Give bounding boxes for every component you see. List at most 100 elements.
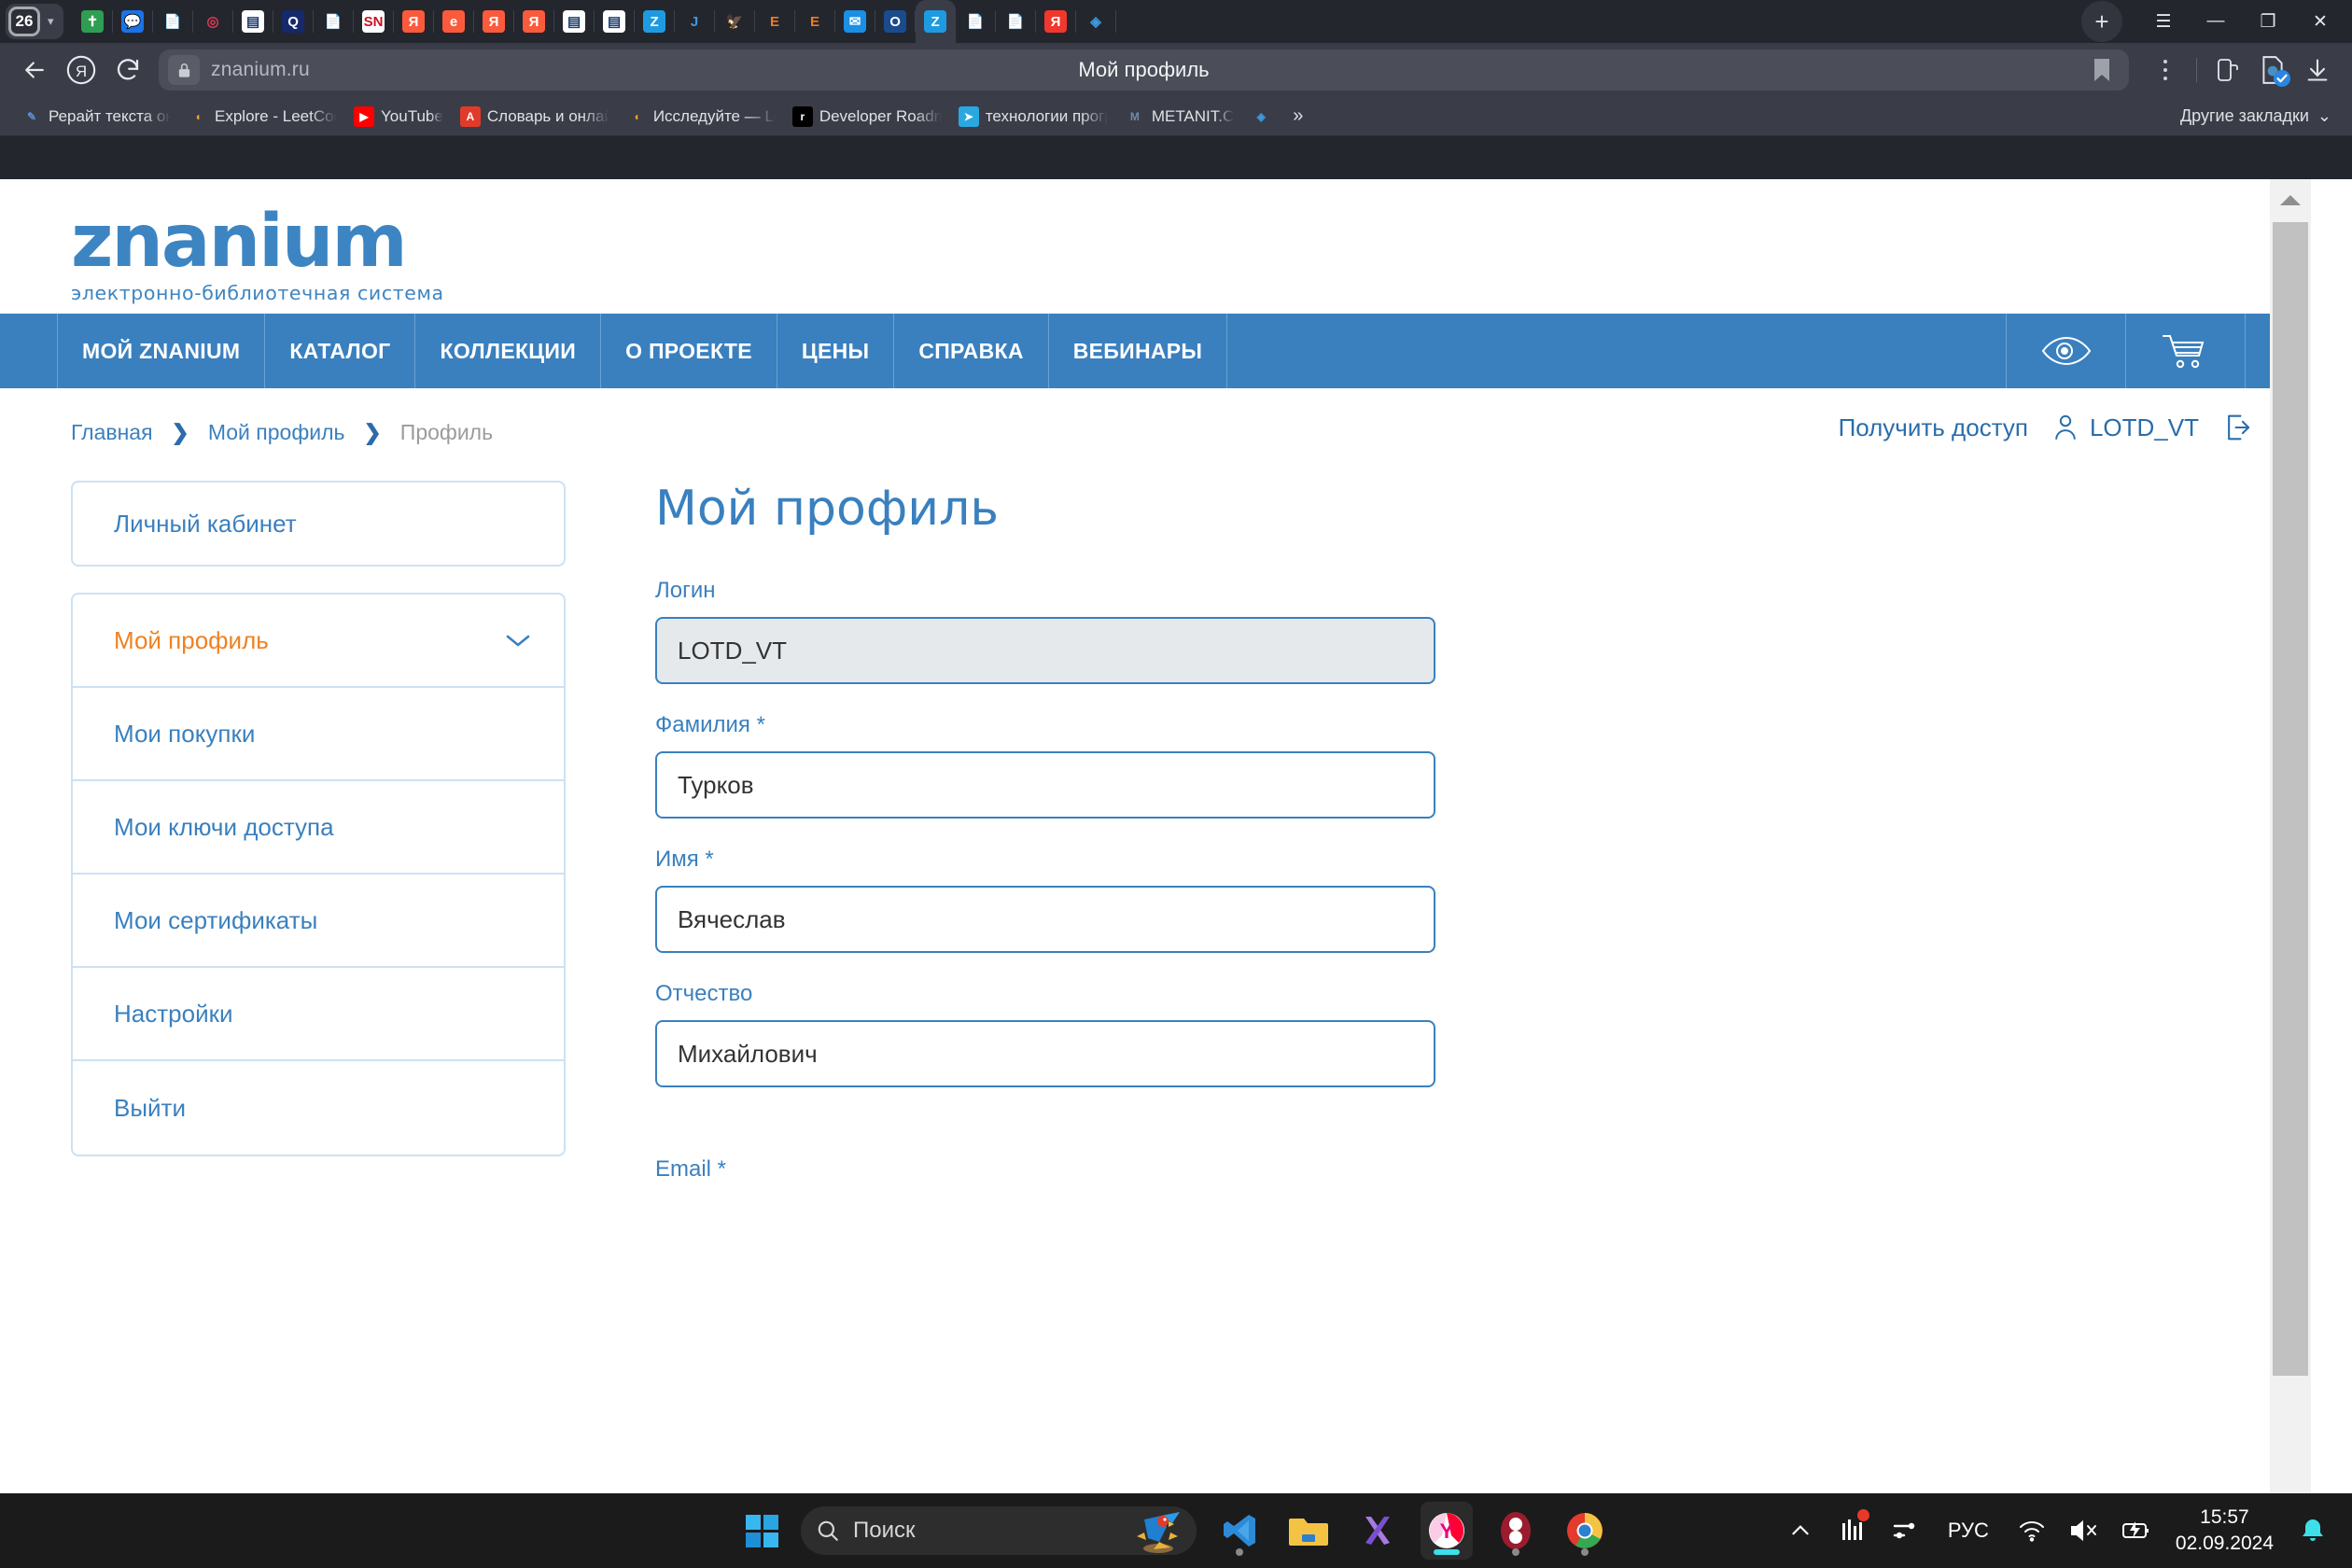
tab-alice[interactable]: ◈ bbox=[1076, 0, 1116, 43]
bookmark-item[interactable]: A Словарь и онлайн bbox=[452, 101, 618, 133]
tab-bible[interactable]: ✝ bbox=[73, 0, 113, 43]
other-bookmarks-button[interactable]: Другие закладки ⌄ bbox=[2180, 106, 2339, 126]
field-input[interactable]: Вячеслав bbox=[655, 886, 1435, 953]
sidebar-item-4[interactable]: Мои сертификаты bbox=[73, 875, 564, 968]
tab-document[interactable]: 📄 bbox=[153, 0, 193, 43]
taskbar-app-octave[interactable] bbox=[1490, 1502, 1542, 1560]
tab-znanium-active[interactable]: Z bbox=[915, 0, 956, 43]
taskbar-app-visual-studio[interactable] bbox=[1351, 1502, 1404, 1560]
tab-qr-2[interactable]: ▤ bbox=[554, 0, 595, 43]
logout-icon[interactable] bbox=[2223, 413, 2253, 442]
sidebar-item-5[interactable]: Настройки bbox=[73, 968, 564, 1061]
taskbar-app-vs-code[interactable] bbox=[1213, 1502, 1266, 1560]
yandex-home-icon[interactable]: Я bbox=[60, 49, 103, 91]
user-account-link[interactable]: LOTD_VT bbox=[2052, 413, 2199, 442]
tab-yandex-4[interactable]: Я bbox=[1036, 0, 1076, 43]
tab-gerb[interactable]: 🦅 bbox=[715, 0, 755, 43]
reading-mode-button[interactable] bbox=[2007, 314, 2126, 388]
bookmarks-overflow-icon[interactable]: » bbox=[1280, 105, 1316, 127]
nav-item-4[interactable]: О ПРОЕКТЕ bbox=[601, 314, 777, 388]
nav-item-1[interactable]: МОЙ ZNANIUM bbox=[58, 314, 266, 388]
field-input[interactable]: Турков bbox=[655, 751, 1435, 819]
tab-e-library-1[interactable]: E bbox=[755, 0, 795, 43]
cart-button[interactable] bbox=[2126, 314, 2246, 388]
tab-jira[interactable]: J bbox=[675, 0, 715, 43]
taskbar-clock[interactable]: 15:57 02.09.2024 bbox=[2163, 1505, 2287, 1556]
get-access-link[interactable]: Получить доступ bbox=[1839, 413, 2028, 442]
nav-item-5[interactable]: ЦЕНЫ bbox=[777, 314, 895, 388]
tab-yandex-2[interactable]: Я bbox=[474, 0, 514, 43]
battery-charging-icon[interactable] bbox=[2110, 1502, 2163, 1560]
overflow-menu-icon[interactable] bbox=[2144, 49, 2187, 91]
scrollbar-thumb[interactable] bbox=[2273, 222, 2308, 1376]
tab-document-2[interactable]: 📄 bbox=[314, 0, 354, 43]
bookmark-item[interactable]: r Developer Roadma bbox=[784, 101, 950, 133]
tray-settings-icon[interactable] bbox=[1879, 1502, 1931, 1560]
notifications-icon[interactable] bbox=[2287, 1502, 2339, 1560]
bookmark-item[interactable]: ➤ технологии програ bbox=[950, 101, 1116, 133]
scrollbar-up-button[interactable] bbox=[2270, 179, 2311, 220]
reload-icon[interactable] bbox=[106, 49, 149, 91]
tab-qr-3[interactable]: ▤ bbox=[595, 0, 635, 43]
tab-qr[interactable]: ▤ bbox=[233, 0, 273, 43]
sidebar-item-2[interactable]: Мои покупки bbox=[73, 688, 564, 781]
taskbar-search[interactable]: Поиск bbox=[801, 1506, 1197, 1555]
close-icon[interactable]: ✕ bbox=[2294, 0, 2346, 43]
bookmark-item[interactable]: ▶ YouTube bbox=[345, 101, 452, 133]
tab-mail[interactable]: ✉ bbox=[835, 0, 875, 43]
new-tab-button[interactable]: + bbox=[2081, 1, 2122, 42]
downloads-protect-icon[interactable] bbox=[2251, 49, 2294, 91]
language-indicator[interactable]: РУС bbox=[1931, 1519, 2006, 1543]
nav-item-7[interactable]: ВЕБИНАРЫ bbox=[1049, 314, 1228, 388]
taskbar-app-yandex-browser[interactable]: Y bbox=[1421, 1502, 1473, 1560]
download-icon[interactable] bbox=[2296, 49, 2339, 91]
nav-item-6[interactable]: СПРАВКА bbox=[894, 314, 1049, 388]
chevron-down-icon[interactable]: ▾ bbox=[44, 14, 58, 29]
minimize-icon[interactable]: — bbox=[2190, 0, 2242, 43]
tray-expand-icon[interactable] bbox=[1774, 1502, 1827, 1560]
wifi-icon[interactable] bbox=[2006, 1502, 2058, 1560]
tab-quizlet[interactable]: Q bbox=[273, 0, 314, 43]
bookmark-item[interactable]: ✎ Рерайт текста онл bbox=[13, 101, 179, 133]
chevron-down-icon[interactable] bbox=[504, 632, 532, 649]
tab-count-button[interactable]: 26 ▾ bbox=[6, 4, 63, 39]
browser-menu-icon[interactable]: ☰ bbox=[2137, 0, 2190, 43]
field-input[interactable]: Михайлович bbox=[655, 1020, 1435, 1087]
site-logo[interactable]: znanium электронно-библиотечная система bbox=[71, 205, 2311, 304]
nav-item-2[interactable]: КАТАЛОГ bbox=[265, 314, 416, 388]
omnibox[interactable]: znanium.ru Мой профиль bbox=[159, 49, 2129, 91]
tab-znanium-1[interactable]: Z bbox=[635, 0, 675, 43]
taskbar-app-google-chrome[interactable] bbox=[1559, 1502, 1611, 1560]
sidebar-item-3[interactable]: Мои ключи доступа bbox=[73, 781, 564, 875]
tray-app-icon[interactable] bbox=[1827, 1502, 1879, 1560]
tab-e-library-2[interactable]: E bbox=[795, 0, 835, 43]
back-icon[interactable] bbox=[13, 49, 56, 91]
restore-icon[interactable]: ❐ bbox=[2242, 0, 2294, 43]
tab-messenger[interactable]: 💬 bbox=[113, 0, 153, 43]
sidebar-item-1[interactable]: Мой профиль bbox=[73, 595, 564, 688]
bookmark-item[interactable]: ◈ bbox=[1242, 101, 1280, 133]
bookmark-icon[interactable] bbox=[2084, 57, 2120, 83]
breadcrumb-item[interactable]: Главная bbox=[71, 420, 153, 445]
tab-sn[interactable]: SN bbox=[354, 0, 394, 43]
start-button[interactable] bbox=[741, 1509, 784, 1552]
tab-document-3[interactable]: 📄 bbox=[956, 0, 996, 43]
tab-edge[interactable]: e bbox=[434, 0, 474, 43]
extensions-icon[interactable] bbox=[2206, 49, 2249, 91]
tab-document-4[interactable]: 📄 bbox=[996, 0, 1036, 43]
nav-item-3[interactable]: КОЛЛЕКЦИИ bbox=[415, 314, 602, 388]
bookmark-item[interactable]: ◖ Исследуйте — Lee bbox=[618, 101, 784, 133]
tab-yandex-3[interactable]: Я bbox=[514, 0, 554, 43]
sidebar-item-6[interactable]: Выйти bbox=[73, 1061, 564, 1155]
tab-coil[interactable]: ◎ bbox=[193, 0, 233, 43]
volume-muted-icon[interactable] bbox=[2058, 1502, 2110, 1560]
tab-yandex-1[interactable]: Я bbox=[394, 0, 434, 43]
page-scrollbar[interactable] bbox=[2270, 179, 2311, 1493]
bookmark-item[interactable]: ◖ Explore - LeetCode bbox=[179, 101, 345, 133]
sidebar-heading[interactable]: Личный кабинет bbox=[71, 481, 566, 567]
field-input[interactable]: LOTD_VT bbox=[655, 617, 1435, 684]
taskbar-app-file-explorer[interactable] bbox=[1282, 1502, 1335, 1560]
bookmark-item[interactable]: M METANIT.C bbox=[1116, 101, 1242, 133]
tab-outlook[interactable]: O bbox=[875, 0, 916, 43]
breadcrumb-item[interactable]: Мой профиль bbox=[208, 420, 345, 445]
